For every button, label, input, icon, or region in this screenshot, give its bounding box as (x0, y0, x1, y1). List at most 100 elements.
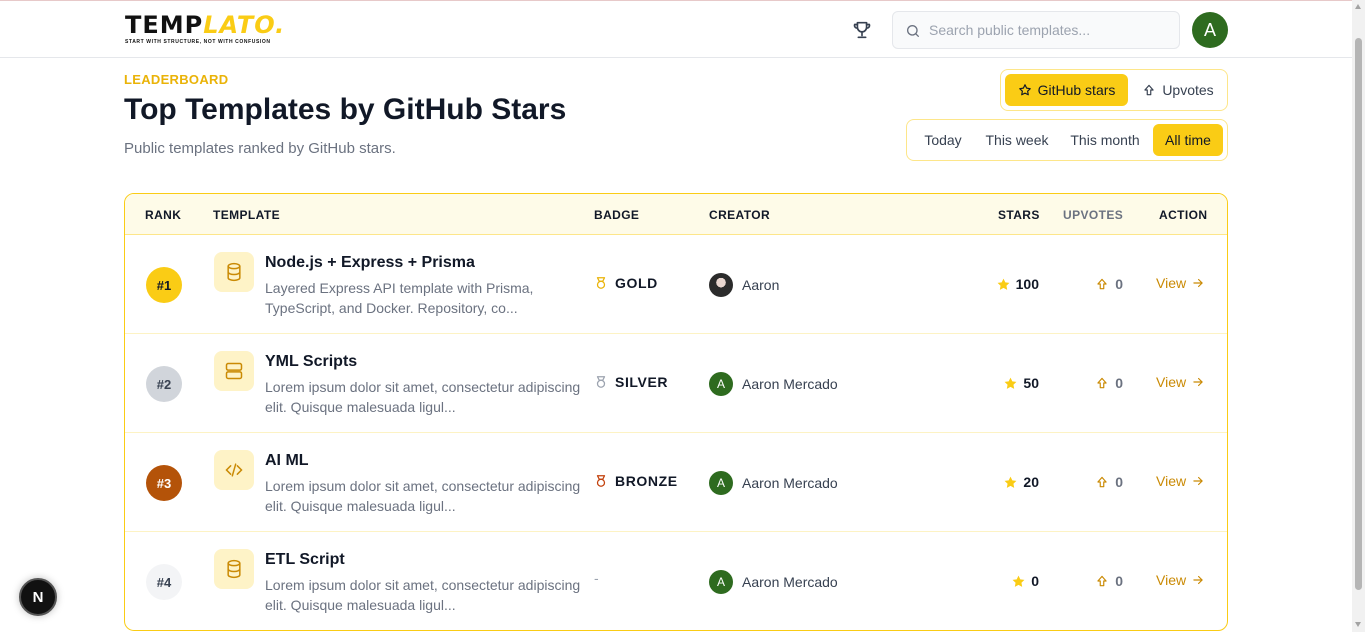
view-label: View (1156, 275, 1187, 291)
creator[interactable]: A Aaron Mercado (709, 372, 838, 396)
metric-toggle: GitHub stars Upvotes (1000, 69, 1228, 111)
database-icon (214, 549, 254, 589)
arrow-right-icon (1193, 476, 1204, 486)
scrollbar[interactable] (1352, 0, 1365, 632)
time-range-toggle: Today This week This month All time (906, 119, 1228, 161)
range-this-month[interactable]: This month (1060, 124, 1150, 156)
logo[interactable]: TEMPLATO. START WITH STRUCTURE, NOT WITH… (125, 12, 284, 48)
badge-empty: - (594, 570, 599, 586)
template-name[interactable]: Node.js + Express + Prisma (265, 254, 475, 272)
metric-label: GitHub stars (1037, 82, 1116, 98)
metric-label: Upvotes (1162, 82, 1214, 98)
arrow-right-icon (1193, 278, 1204, 288)
view-label: View (1156, 572, 1187, 588)
star-icon (1004, 377, 1017, 389)
scrollbar-thumb[interactable] (1355, 38, 1362, 590)
view-link[interactable]: View (1156, 473, 1205, 489)
upvotes-count: 0 (1095, 474, 1123, 490)
stars-value: 20 (1023, 474, 1039, 490)
arrow-up-icon (1144, 84, 1154, 96)
star-icon (1004, 476, 1017, 488)
creator-avatar: A (709, 372, 733, 396)
range-all-time[interactable]: All time (1153, 124, 1223, 156)
arrow-up-icon (1097, 476, 1107, 488)
search-box[interactable] (892, 11, 1180, 49)
metric-upvotes[interactable]: Upvotes (1131, 74, 1225, 106)
creator-avatar (709, 273, 733, 297)
star-icon (997, 278, 1010, 290)
scroll-down-arrow[interactable] (1355, 622, 1361, 627)
code-icon (214, 450, 254, 490)
star-icon (1012, 575, 1025, 587)
medal-icon (596, 475, 606, 487)
range-this-week[interactable]: This week (977, 124, 1057, 156)
template-description: Lorem ipsum dolor sit amet, consectetur … (265, 577, 581, 613)
creator[interactable]: Aaron (709, 273, 779, 297)
th-template: TEMPLATE (213, 208, 280, 222)
logo-text-b: LATO. (203, 11, 286, 39)
template-name[interactable]: ETL Script (265, 551, 345, 569)
table-row: #2 YML Scripts Lorem ipsum dolor sit ame… (125, 334, 1227, 433)
table-row: #1 Node.js + Express + Prisma Layered Ex… (125, 235, 1227, 334)
table-row: #4 ETL Script Lorem ipsum dolor sit amet… (125, 532, 1227, 630)
template-description: Lorem ipsum dolor sit amet, consectetur … (265, 379, 581, 415)
th-creator: CREATOR (709, 208, 771, 222)
scroll-up-arrow[interactable] (1355, 4, 1361, 9)
view-link[interactable]: View (1156, 374, 1205, 390)
medal-badge: GOLD (594, 275, 658, 291)
stars-count: 100 (996, 276, 1039, 292)
badge-label: BRONZE (615, 473, 678, 489)
search-input[interactable] (929, 12, 1169, 48)
template-name[interactable]: AI ML (265, 452, 309, 470)
badge-label: GOLD (615, 275, 658, 291)
creator[interactable]: A Aaron Mercado (709, 570, 838, 594)
table-row: #3 AI ML Lorem ipsum dolor sit amet, con… (125, 433, 1227, 532)
view-link[interactable]: View (1156, 572, 1205, 588)
creator-name: Aaron Mercado (742, 376, 838, 392)
table-header: RANK TEMPLATE BADGE CREATOR STARS UPVOTE… (125, 194, 1227, 235)
page-subtitle: Public templates ranked by GitHub stars. (124, 140, 396, 157)
arrow-up-icon (1097, 377, 1107, 389)
star-outline-icon (1018, 84, 1031, 96)
stars-value: 0 (1031, 573, 1039, 589)
medal-badge: SILVER (594, 374, 668, 390)
stars-count: 50 (1003, 375, 1039, 391)
logo-tagline: START WITH STRUCTURE, NOT WITH CONFUSION (125, 39, 271, 45)
upvotes-value: 0 (1115, 375, 1123, 391)
rank-badge: #3 (146, 465, 182, 501)
th-upvotes[interactable]: UPVOTES (1063, 208, 1123, 222)
creator[interactable]: A Aaron Mercado (709, 471, 838, 495)
top-nav: TEMPLATO. START WITH STRUCTURE, NOT WITH… (0, 1, 1352, 58)
creator-name: Aaron Mercado (742, 574, 838, 590)
dev-tools-badge[interactable]: N (19, 578, 57, 616)
metric-github-stars[interactable]: GitHub stars (1005, 74, 1128, 106)
arrow-right-icon (1193, 377, 1204, 387)
stars-count: 20 (1003, 474, 1039, 490)
leaderboard-table: RANK TEMPLATE BADGE CREATOR STARS UPVOTE… (124, 193, 1228, 631)
stars-value: 50 (1023, 375, 1039, 391)
upvotes-count: 0 (1095, 375, 1123, 391)
upvotes-count: 0 (1095, 276, 1123, 292)
template-description: Layered Express API template with Prisma… (265, 280, 534, 316)
th-action: ACTION (1159, 208, 1208, 222)
trophy-icon[interactable] (851, 19, 873, 41)
medal-icon (596, 376, 606, 388)
upvotes-value: 0 (1115, 474, 1123, 490)
server-icon (214, 351, 254, 391)
th-badge: BADGE (594, 208, 640, 222)
page-eyebrow: LEADERBOARD (124, 72, 229, 87)
range-today[interactable]: Today (911, 124, 975, 156)
th-stars[interactable]: STARS (998, 208, 1040, 222)
template-name[interactable]: YML Scripts (265, 353, 357, 371)
th-rank: RANK (145, 208, 182, 222)
arrow-up-icon (1097, 278, 1107, 290)
user-avatar[interactable]: A (1192, 12, 1228, 48)
view-label: View (1156, 473, 1187, 489)
view-link[interactable]: View (1156, 275, 1205, 291)
upvotes-count: 0 (1095, 573, 1123, 589)
template-description: Lorem ipsum dolor sit amet, consectetur … (265, 478, 581, 514)
view-label: View (1156, 374, 1187, 390)
rank-badge: #1 (146, 267, 182, 303)
rank-badge: #4 (146, 564, 182, 600)
search-icon (907, 25, 919, 37)
